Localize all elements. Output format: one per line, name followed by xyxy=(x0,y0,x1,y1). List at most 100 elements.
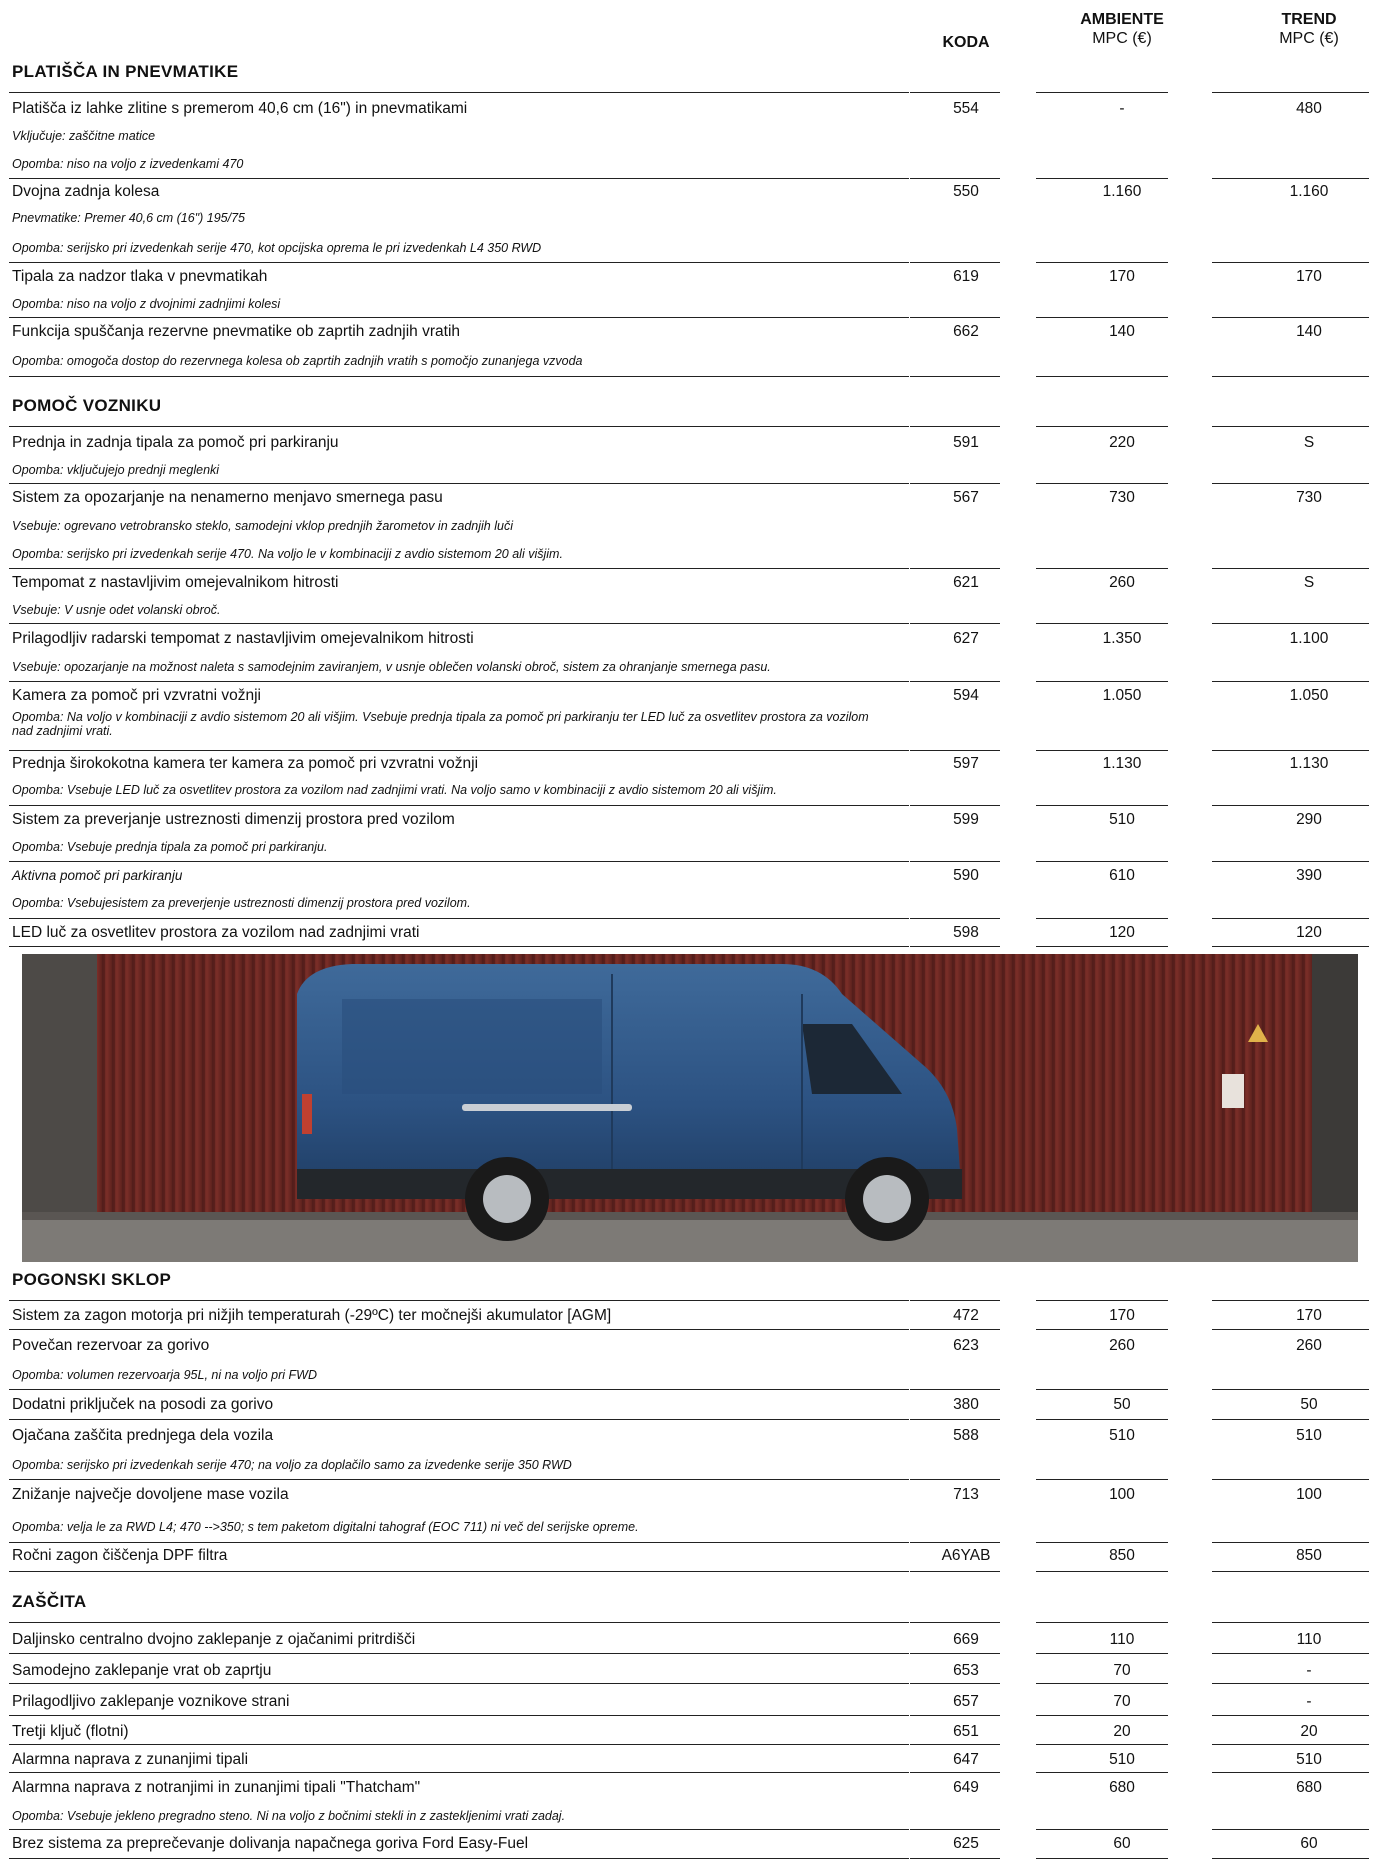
row-column-rule xyxy=(910,1389,1000,1390)
item-name: Daljinsko centralno dvojno zaklepanje z … xyxy=(12,1631,416,1648)
row-rule xyxy=(9,1715,909,1716)
column-rule xyxy=(1212,92,1369,93)
row-rule xyxy=(9,483,909,484)
item-name: Tretji ključ (flotni) xyxy=(12,1723,129,1740)
item-code: 554 xyxy=(953,100,979,117)
row-column-rule xyxy=(1036,805,1168,806)
row-column-rule xyxy=(910,1419,1000,1420)
row-column-rule xyxy=(1036,861,1168,862)
item-price-trend: 1.050 xyxy=(1289,687,1329,704)
item-price-ambiente: 20 xyxy=(1113,1723,1131,1740)
item-note: Opomba: niso na voljo z dvojnimi zadnjim… xyxy=(12,297,281,311)
row-column-rule xyxy=(1036,483,1168,484)
row-column-rule xyxy=(910,262,1000,263)
header-koda-label: KODA xyxy=(942,34,990,51)
header-ambiente-sub: MPC (€) xyxy=(1092,30,1152,47)
item-note: Opomba: velja le za RWD L4; 470 -->350; … xyxy=(12,1520,639,1534)
row-column-rule xyxy=(1036,178,1168,179)
row-column-rule xyxy=(1036,1419,1168,1420)
row-rule xyxy=(9,1772,909,1773)
row-rule xyxy=(9,946,909,947)
item-name: Platišča iz lahke zlitine s premerom 40,… xyxy=(12,100,468,117)
item-price-trend: 170 xyxy=(1296,268,1322,285)
row-column-rule xyxy=(1212,1329,1369,1330)
row-column-rule xyxy=(1212,1542,1369,1543)
row-column-rule xyxy=(1212,750,1369,751)
item-code: 623 xyxy=(953,1337,979,1354)
row-column-rule xyxy=(1212,1479,1369,1480)
section-rule xyxy=(9,92,909,93)
item-price-ambiente: 260 xyxy=(1109,574,1135,591)
item-price-ambiente: 510 xyxy=(1109,1751,1135,1768)
item-code: 621 xyxy=(953,574,979,591)
row-column-rule xyxy=(1212,317,1369,318)
row-column-rule xyxy=(910,483,1000,484)
item-name: LED luč za osvetlitev prostora za vozilo… xyxy=(12,924,420,941)
item-note: Opomba: volumen rezervoarja 95L, ni na v… xyxy=(12,1368,317,1382)
item-price-trend: - xyxy=(1306,1693,1312,1710)
item-code: 653 xyxy=(953,1662,979,1679)
item-note: Vsebuje: opozarjanje na možnost naleta s… xyxy=(12,660,771,674)
item-name: Tipala za nadzor tlaka v pnevmatikah xyxy=(12,268,268,285)
row-column-rule xyxy=(1212,681,1369,682)
item-note: Opomba: Vsebujesistem za preverjenje ust… xyxy=(12,896,471,910)
column-rule xyxy=(1212,1300,1369,1301)
item-name: Alarmna naprava z notranjimi in zunanjim… xyxy=(12,1779,421,1796)
item-price-trend: 510 xyxy=(1296,1427,1322,1444)
item-name: Prilagodljivo zaklepanje voznikove stran… xyxy=(12,1693,290,1710)
item-price-ambiente: 510 xyxy=(1109,811,1135,828)
row-column-rule xyxy=(910,1542,1000,1543)
section-title: POMOČ VOZNIKU xyxy=(12,396,162,415)
column-rule xyxy=(1036,1622,1168,1623)
row-rule xyxy=(9,1389,909,1390)
row-rule xyxy=(9,1479,909,1480)
header-ambiente-label: AMBIENTE xyxy=(1080,11,1164,28)
item-code: 649 xyxy=(953,1779,979,1796)
item-price-trend: 730 xyxy=(1296,489,1322,506)
row-column-rule xyxy=(910,1479,1000,1480)
row-column-rule xyxy=(910,918,1000,919)
item-note: Opomba: Vsebuje prednja tipala za pomoč … xyxy=(12,840,328,854)
item-note: Opomba: Na voljo v kombinaciji z avdio s… xyxy=(12,710,869,738)
item-code: 590 xyxy=(953,867,979,884)
row-rule xyxy=(9,262,909,263)
row-rule xyxy=(9,376,909,377)
row-column-rule xyxy=(1036,1772,1168,1773)
item-price-trend: 100 xyxy=(1296,1486,1322,1503)
item-name: Funkcija spuščanja rezervne pnevmatike o… xyxy=(12,323,461,340)
row-column-rule xyxy=(1212,376,1369,377)
row-column-rule xyxy=(910,317,1000,318)
item-name: Povečan rezervoar za gorivo xyxy=(12,1337,210,1354)
row-rule xyxy=(9,805,909,806)
row-column-rule xyxy=(1212,1653,1369,1654)
item-code: 657 xyxy=(953,1693,979,1710)
item-name: Alarmna naprava z zunanjimi tipali xyxy=(12,1751,249,1768)
item-note: Opomba: niso na voljo z izvedenkami 470 xyxy=(12,157,244,171)
row-column-rule xyxy=(910,1715,1000,1716)
item-note: Opomba: omogoča dostop do rezervnega kol… xyxy=(12,354,583,368)
item-code: 647 xyxy=(953,1751,979,1768)
row-column-rule xyxy=(1036,623,1168,624)
item-name: Sistem za preverjanje ustreznosti dimenz… xyxy=(12,811,455,828)
item-price-ambiente: 170 xyxy=(1109,268,1135,285)
van-photo xyxy=(22,954,1358,1262)
row-column-rule xyxy=(910,861,1000,862)
row-column-rule xyxy=(1212,262,1369,263)
row-column-rule xyxy=(1212,1744,1369,1745)
item-price-ambiente: 110 xyxy=(1109,1631,1135,1648)
item-price-ambiente: 1.350 xyxy=(1102,630,1142,647)
column-rule xyxy=(910,92,1000,93)
row-column-rule xyxy=(910,750,1000,751)
row-rule xyxy=(9,1683,909,1684)
row-column-rule xyxy=(910,376,1000,377)
row-column-rule xyxy=(1212,1772,1369,1773)
row-column-rule xyxy=(1036,1744,1168,1745)
item-price-ambiente: 70 xyxy=(1113,1662,1131,1679)
row-column-rule xyxy=(1036,1329,1168,1330)
item-code: 594 xyxy=(953,687,979,704)
item-code: 625 xyxy=(953,1835,979,1852)
item-price-ambiente: 170 xyxy=(1109,1307,1135,1324)
section-rule xyxy=(9,1622,909,1623)
item-price-trend: 260 xyxy=(1296,1337,1322,1354)
column-rule xyxy=(1036,426,1168,427)
